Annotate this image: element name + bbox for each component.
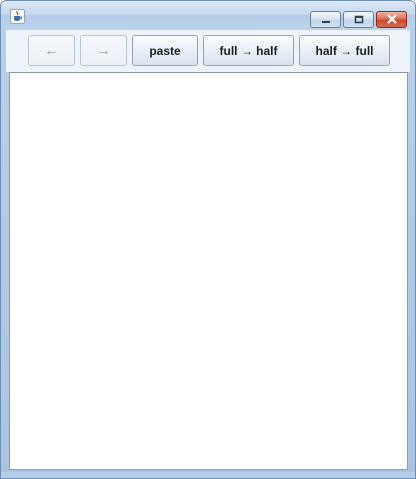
minimize-icon: [321, 11, 331, 29]
toolbar: ← → paste full → half half → full: [6, 30, 410, 72]
full-to-half-button[interactable]: full → half: [203, 35, 294, 66]
forward-button[interactable]: →: [80, 35, 127, 66]
minimize-button[interactable]: [310, 11, 341, 28]
paste-button[interactable]: paste: [132, 35, 198, 66]
maximize-icon: [354, 11, 364, 29]
close-button[interactable]: [376, 11, 407, 28]
half-to-full-button[interactable]: half → full: [299, 35, 390, 66]
app-window: ← → paste full → half half → full: [0, 0, 416, 479]
maximize-button[interactable]: [343, 11, 374, 28]
close-icon: [386, 11, 398, 29]
title-bar[interactable]: [1, 1, 415, 29]
java-cup-icon: [10, 9, 25, 24]
back-button[interactable]: ←: [28, 35, 75, 66]
window-bottom-border: [1, 472, 415, 478]
text-area[interactable]: [9, 72, 408, 470]
